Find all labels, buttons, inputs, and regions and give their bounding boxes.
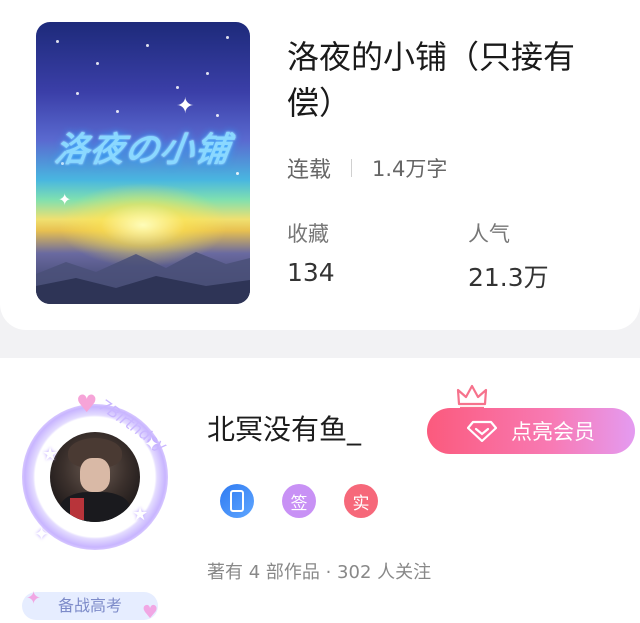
popularity-value: 21.3万 <box>468 263 549 292</box>
divider <box>351 159 353 177</box>
author-name[interactable]: 北冥没有鱼_ <box>207 408 361 448</box>
verified-real-icon[interactable]: 实 <box>344 484 378 518</box>
favorites-label: 收藏 <box>287 222 329 246</box>
favorites-value: 134 <box>287 258 335 287</box>
cover-title: 洛夜の小铺 <box>52 130 233 170</box>
word-count: 1.4万字 <box>372 157 448 181</box>
star-icon: ★ <box>42 444 59 465</box>
signed-icon[interactable]: 签 <box>282 484 316 518</box>
favorites-stat: 收藏 134 <box>287 218 335 287</box>
author-tags: 签 实 <box>220 484 406 518</box>
heart-icon: ♥ <box>76 390 98 418</box>
sparkle-icon: ✦ <box>58 190 72 209</box>
book-meta: 连载 1.4万字 <box>287 152 447 184</box>
star-icon: ✦ <box>34 524 50 545</box>
vip-button[interactable]: 点亮会员 <box>427 408 635 454</box>
book-status: 连载 <box>287 158 332 183</box>
popularity-stat: 人气 21.3万 <box>468 218 549 294</box>
crown-icon <box>456 384 488 410</box>
author-card: 7Birthday ♥ ★ ★ ✦ ✦ 备战高考 ✦ ♥ 北冥没有鱼_ 点亮会员 <box>0 358 640 623</box>
star-icon: ★ <box>132 504 149 525</box>
star-icon: ✦ <box>144 434 160 455</box>
author-avatar[interactable]: 7Birthday ♥ ★ ★ ✦ ✦ 备战高考 ✦ ♥ <box>14 374 182 623</box>
book-card[interactable]: ✦ ✦ 洛夜の小铺 洛夜的小铺（只接有偿） 连载 1.4万字 收藏 134 人气… <box>0 0 640 330</box>
popularity-label: 人气 <box>468 222 510 246</box>
star-icon: ✦ <box>26 588 42 609</box>
sparkle-icon: ✦ <box>176 94 195 119</box>
vip-button-label: 点亮会员 <box>511 420 595 444</box>
heart-icon: ♥ <box>142 602 159 623</box>
avatar <box>50 432 140 522</box>
book-title: 洛夜的小铺（只接有偿） <box>287 38 576 122</box>
diamond-icon <box>467 420 497 442</box>
book-cover-image[interactable]: ✦ ✦ 洛夜の小铺 <box>36 22 250 304</box>
phone-verified-icon[interactable] <box>220 484 254 518</box>
mountain-illustration <box>36 252 250 304</box>
author-stats: 著有 4 部作品 · 302 人关注 <box>207 562 432 583</box>
avatar-badge: 备战高考 <box>22 592 158 620</box>
